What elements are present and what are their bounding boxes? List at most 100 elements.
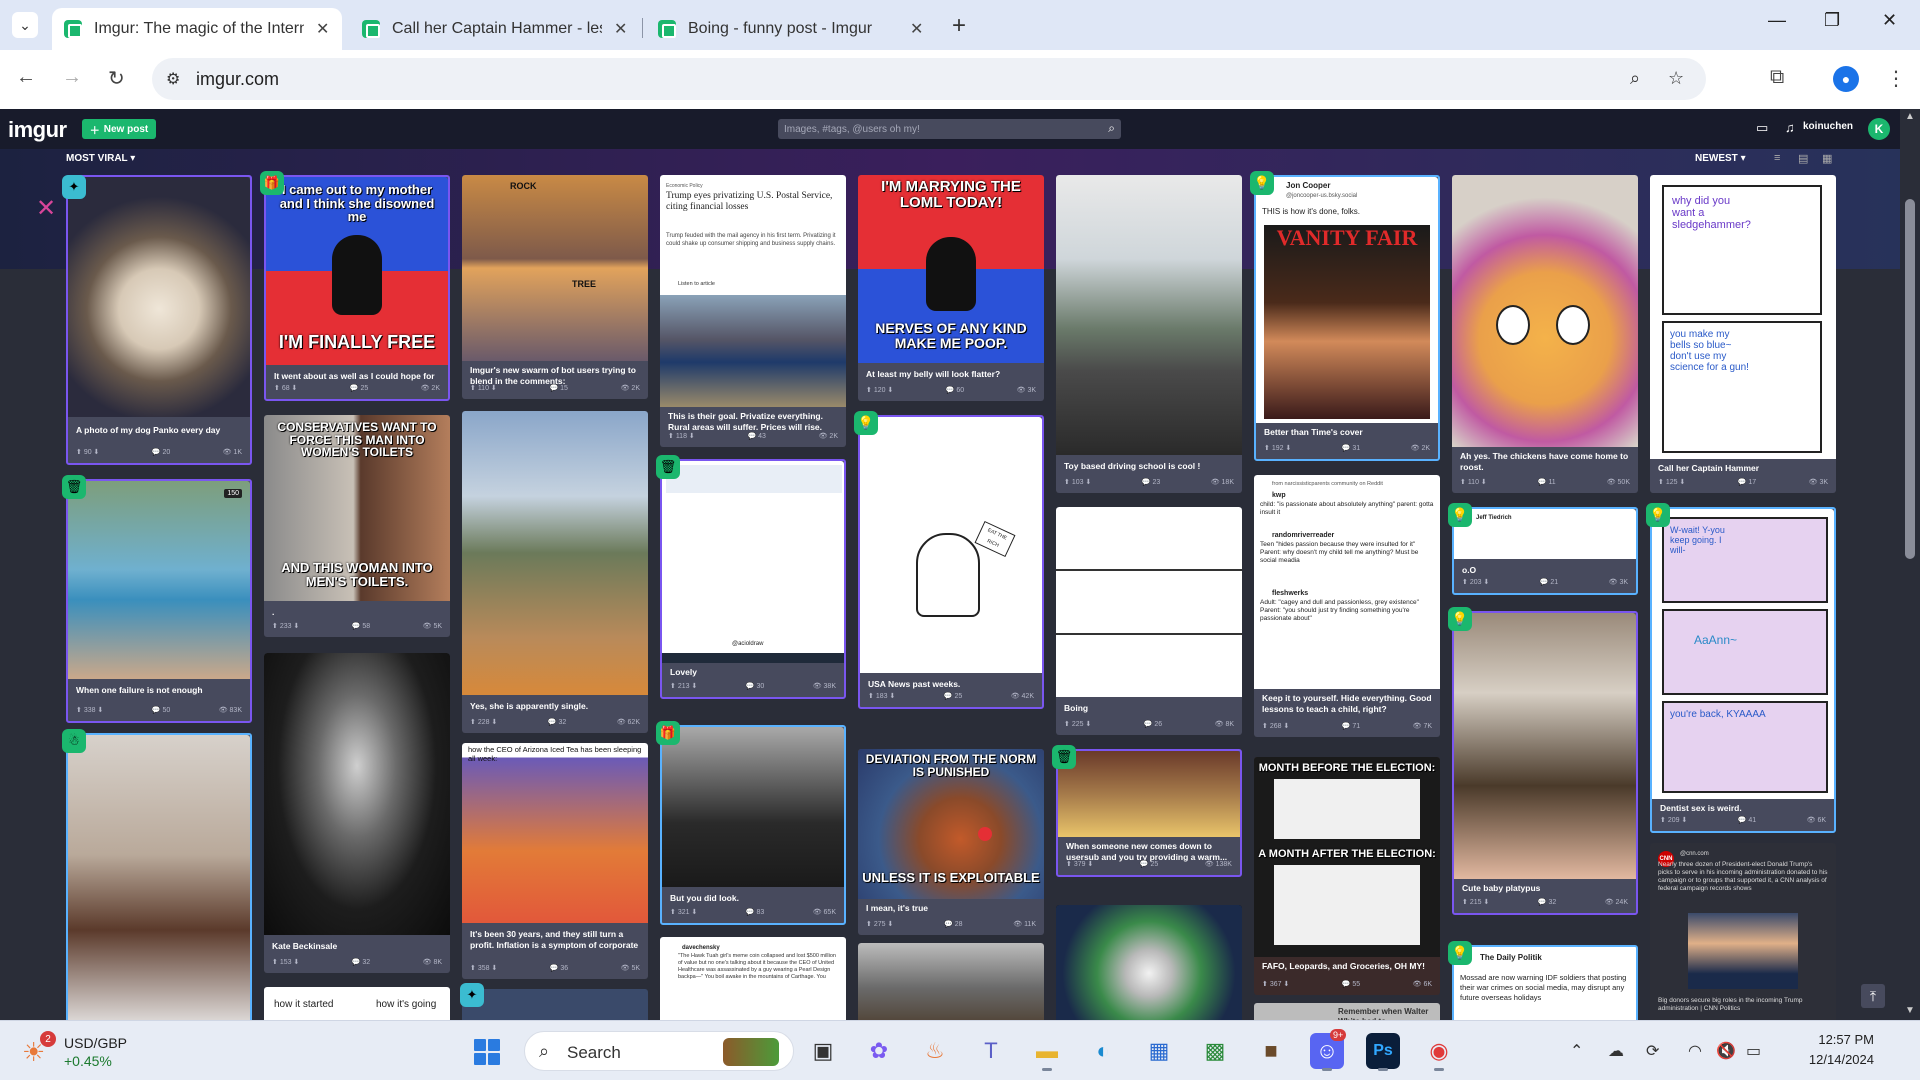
scrollbar-thumb[interactable] — [1905, 199, 1915, 559]
zoom-icon[interactable]: ⌕ — [1630, 68, 1640, 89]
post-image[interactable] — [1452, 175, 1638, 447]
post-image[interactable] — [68, 735, 250, 1020]
taskbar-search[interactable]: ⌕ Search — [524, 1031, 794, 1071]
post-card[interactable]: EAT THE RICH USA News past weeks. ⬆ 183 … — [858, 415, 1044, 709]
forward-arrow-icon[interactable]: → — [62, 66, 82, 89]
post-card[interactable]: Toy based driving school is cool ! ⬆ 103… — [1056, 175, 1242, 493]
post-image[interactable]: EAT THE RICH — [860, 417, 1042, 673]
copilot-icon[interactable]: ✿ — [862, 1033, 896, 1069]
post-card[interactable] — [858, 943, 1044, 1020]
wifi-icon[interactable]: ◠ — [1688, 1041, 1702, 1061]
new-tab-button[interactable]: + — [952, 12, 966, 40]
scroll-to-top-button[interactable]: ⤒ — [1861, 984, 1885, 1008]
post-card[interactable]: I came out to my mother and I think she … — [264, 175, 450, 401]
post-card[interactable]: W-wait! Y-you keep going. I will- AaAnn~… — [1650, 507, 1836, 833]
site-info-icon[interactable]: ⚙ — [166, 69, 180, 89]
post-image[interactable]: W-wait! Y-you keep going. I will- AaAnn~… — [1652, 509, 1834, 799]
post-card[interactable]: CNN @cnn.com Nearly three dozen of Presi… — [1650, 843, 1836, 1020]
post-image[interactable] — [662, 727, 844, 887]
post-card[interactable]: But you did look. ⬆ 321 ⬇ 💬 83 👁 65K — [660, 725, 846, 925]
post-card[interactable]: @acioldraw Lovely ⬆ 213 ⬇ 💬 30 👁 38K — [660, 459, 846, 699]
post-card[interactable]: Remember when Walter White had to — [1254, 1003, 1440, 1020]
chrome-icon[interactable]: ◉ — [1422, 1033, 1456, 1071]
photoshop-icon[interactable]: Ps — [1366, 1033, 1400, 1071]
post-card[interactable]: Jon Cooper @joncooper-us.bsky.social THI… — [1254, 175, 1440, 461]
post-image[interactable] — [1058, 751, 1240, 837]
post-image[interactable]: MONTH BEFORE THE ELECTION: A MONTH AFTER… — [1254, 757, 1440, 957]
post-image[interactable]: from narcissisticparents community on Re… — [1254, 475, 1440, 689]
back-arrow-icon[interactable]: ← — [16, 66, 36, 89]
flame-app-icon[interactable]: ♨ — [918, 1033, 952, 1069]
post-card[interactable]: 150 When one failure is not enough ⬆ 338… — [66, 479, 252, 723]
post-image[interactable] — [1056, 905, 1242, 1020]
sync-icon[interactable]: ⟳ — [1646, 1041, 1659, 1061]
close-tab-icon[interactable]: ✕ — [316, 19, 329, 39]
post-card[interactable]: When someone new comes down to usersub a… — [1056, 749, 1242, 877]
tab-captain-hammer[interactable]: Call her Captain Hammer - lesb ✕ — [350, 8, 640, 50]
extensions-icon[interactable]: ⧉ — [1770, 66, 1784, 89]
close-tab-icon[interactable]: ✕ — [910, 19, 923, 39]
post-card[interactable]: how the CEO of Arizona Iced Tea has been… — [462, 743, 648, 979]
scroll-up-arrow-icon[interactable]: ▲ — [1905, 111, 1915, 122]
post-card[interactable]: Yes, she is apparently single. ⬆ 228 ⬇ 💬 … — [462, 411, 648, 733]
post-card[interactable]: A photo of my dog Panko every day ⬆ 90 ⬇… — [66, 175, 252, 465]
post-card[interactable]: Kate Beckinsale ⬆ 153 ⬇ 💬 32 👁 8K — [264, 653, 450, 973]
file-explorer-icon[interactable]: ▬ — [1030, 1033, 1064, 1071]
post-image[interactable]: I came out to my mother and I think she … — [266, 177, 448, 365]
url-text[interactable]: imgur.com — [196, 69, 279, 90]
post-image[interactable] — [1056, 175, 1242, 455]
show-hidden-icons-chevron-icon[interactable]: ⌃ — [1570, 1041, 1583, 1061]
post-image[interactable]: CONSERVATIVES WANT TO FORCE THIS MAN INT… — [264, 415, 450, 601]
post-card[interactable]: MONTH BEFORE THE ELECTION: A MONTH AFTER… — [1254, 757, 1440, 995]
tab-boing[interactable]: Boing - funny post - Imgur ✕ — [646, 8, 936, 50]
post-image[interactable] — [1454, 613, 1636, 879]
post-card[interactable]: how it started how it's going — [264, 987, 450, 1020]
address-bar[interactable]: ⚙ imgur.com ☆ ⌕ — [152, 58, 1706, 100]
post-card[interactable]: why did you want a sledgehammer? you mak… — [1650, 175, 1836, 493]
post-card[interactable]: ROCK TREE Imgur's new swarm of bot users… — [462, 175, 648, 399]
reload-icon[interactable]: ↻ — [108, 66, 125, 91]
tab-imgur[interactable]: Imgur: The magic of the Interne ✕ — [52, 8, 342, 50]
scroll-down-arrow-icon[interactable]: ▼ — [1905, 1005, 1915, 1016]
bookmark-star-icon[interactable]: ☆ — [1668, 68, 1684, 89]
post-image[interactable]: ROCK TREE — [462, 175, 648, 361]
close-window-button[interactable]: ✕ — [1882, 10, 1897, 31]
post-card[interactable]: Jeff Tiedrich o.O ⬆ 203 ⬇ 💬 21 👁 3K — [1452, 507, 1638, 595]
post-image[interactable] — [68, 177, 250, 417]
post-card[interactable] — [462, 989, 648, 1020]
minecraft-icon[interactable]: ▩ — [1198, 1033, 1232, 1069]
post-image[interactable]: why did you want a sledgehammer? you mak… — [1650, 175, 1836, 459]
post-image[interactable] — [462, 411, 648, 695]
post-image[interactable]: Jon Cooper @joncooper-us.bsky.social THI… — [1256, 177, 1438, 423]
post-image[interactable]: 150 — [68, 481, 250, 679]
task-view-icon[interactable]: ▣ — [806, 1033, 840, 1069]
post-image[interactable] — [264, 653, 450, 935]
post-card[interactable]: The Daily Politik Mossad are now warning… — [1452, 945, 1638, 1020]
onedrive-cloud-icon[interactable]: ☁ — [1608, 1041, 1624, 1061]
system-clock[interactable]: 12:57 PM 12/14/2024 — [1798, 1030, 1874, 1070]
store-icon[interactable]: ▦ — [1142, 1033, 1176, 1069]
post-image[interactable]: I'M MARRYING THE LOML TODAY! NERVES OF A… — [858, 175, 1044, 363]
post-image[interactable]: DEVIATION FROM THE NORM IS PUNISHED UNLE… — [858, 749, 1044, 899]
teams-icon[interactable]: T — [974, 1033, 1008, 1069]
minimize-button[interactable]: — — [1768, 10, 1786, 31]
post-image[interactable]: Jeff Tiedrich — [1454, 509, 1636, 559]
close-tab-icon[interactable]: ✕ — [614, 19, 627, 39]
post-card[interactable]: Cute baby platypus ⬆ 215 ⬇ 💬 32 👁 24K — [1452, 611, 1638, 915]
post-image[interactable]: Economic Policy Trump eyes privatizing U… — [660, 175, 846, 407]
post-card[interactable]: CONSERVATIVES WANT TO FORCE THIS MAN INT… — [264, 415, 450, 637]
post-card[interactable]: I'M MARRYING THE LOML TODAY! NERVES OF A… — [858, 175, 1044, 401]
edge-icon[interactable]: ◐ — [1086, 1033, 1120, 1069]
post-image[interactable] — [1056, 507, 1242, 697]
post-card[interactable]: Ah yes. The chickens have come home to r… — [1452, 175, 1638, 493]
chrome-menu-icon[interactable]: ⋮ — [1886, 66, 1906, 91]
tab-search-button[interactable]: ⌄ — [12, 12, 38, 38]
post-card[interactable]: DEVIATION FROM THE NORM IS PUNISHED UNLE… — [858, 749, 1044, 935]
post-card[interactable]: Economic Policy Trump eyes privatizing U… — [660, 175, 846, 447]
minecraft-block-icon[interactable]: ■ — [1254, 1033, 1288, 1069]
restore-button[interactable]: ❐ — [1824, 10, 1840, 31]
post-card[interactable] — [1056, 905, 1242, 1020]
post-image[interactable]: how the CEO of Arizona Iced Tea has been… — [462, 743, 648, 923]
post-card[interactable]: Boing ⬆ 225 ⬇ 💬 26 👁 8K — [1056, 507, 1242, 735]
chrome-profile-avatar[interactable]: ● — [1833, 66, 1859, 92]
